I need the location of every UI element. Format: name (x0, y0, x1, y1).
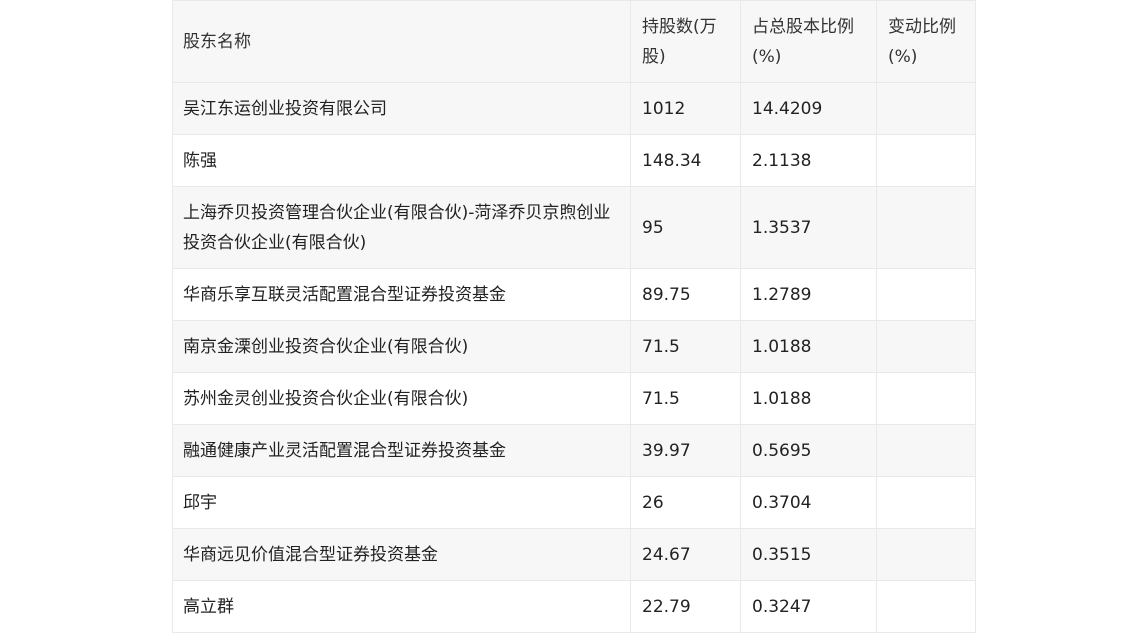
table-row: 融通健康产业灵活配置混合型证券投资基金 39.97 0.5695 (172, 424, 976, 477)
table-row: 陈强 148.34 2.1138 (172, 134, 976, 187)
cell-shares: 26 (630, 476, 741, 529)
table-row: 高立群 22.79 0.3247 (172, 580, 976, 633)
cell-shareholder-name: 邱宇 (172, 476, 631, 529)
table-row: 华商远见价值混合型证券投资基金 24.67 0.3515 (172, 528, 976, 581)
cell-shares: 95 (630, 186, 741, 269)
cell-ratio: 0.3247 (740, 580, 877, 633)
cell-shares: 89.75 (630, 268, 741, 321)
cell-shareholder-name: 华商乐享互联灵活配置混合型证券投资基金 (172, 268, 631, 321)
cell-ratio: 0.5695 (740, 424, 877, 477)
cell-shareholder-name: 苏州金灵创业投资合伙企业(有限合伙) (172, 372, 631, 425)
table-row: 南京金溧创业投资合伙企业(有限合伙) 71.5 1.0188 (172, 320, 976, 373)
cell-shares: 22.79 (630, 580, 741, 633)
cell-change (876, 476, 976, 529)
cell-ratio: 1.3537 (740, 186, 877, 269)
cell-change (876, 580, 976, 633)
cell-change (876, 528, 976, 581)
cell-change (876, 82, 976, 135)
table-header: 股东名称 持股数(万股) 占总股本比例(%) 变动比例(%) (172, 0, 976, 83)
cell-shares: 71.5 (630, 320, 741, 373)
header-change: 变动比例(%) (876, 0, 976, 83)
shareholder-table-container: 股东名称 持股数(万股) 占总股本比例(%) 变动比例(%) 吴江东运创业投资有… (172, 0, 976, 633)
table-row: 邱宇 26 0.3704 (172, 476, 976, 529)
cell-change (876, 134, 976, 187)
cell-shareholder-name: 陈强 (172, 134, 631, 187)
header-shares: 持股数(万股) (630, 0, 741, 83)
table-row: 苏州金灵创业投资合伙企业(有限合伙) 71.5 1.0188 (172, 372, 976, 425)
table-body: 吴江东运创业投资有限公司 1012 14.4209 陈强 148.34 2.11… (172, 82, 976, 633)
cell-shareholder-name: 高立群 (172, 580, 631, 633)
cell-ratio: 1.0188 (740, 372, 877, 425)
table-row: 华商乐享互联灵活配置混合型证券投资基金 89.75 1.2789 (172, 268, 976, 321)
cell-change (876, 320, 976, 373)
cell-ratio: 2.1138 (740, 134, 877, 187)
header-shareholder-name: 股东名称 (172, 0, 631, 83)
header-ratio: 占总股本比例(%) (740, 0, 877, 83)
cell-shares: 39.97 (630, 424, 741, 477)
cell-shareholder-name: 华商远见价值混合型证券投资基金 (172, 528, 631, 581)
cell-shares: 71.5 (630, 372, 741, 425)
cell-ratio: 1.0188 (740, 320, 877, 373)
cell-shares: 24.67 (630, 528, 741, 581)
cell-change (876, 424, 976, 477)
shareholder-table: 股东名称 持股数(万股) 占总股本比例(%) 变动比例(%) 吴江东运创业投资有… (172, 0, 976, 633)
cell-change (876, 186, 976, 269)
table-row: 吴江东运创业投资有限公司 1012 14.4209 (172, 82, 976, 135)
cell-change (876, 372, 976, 425)
cell-ratio: 14.4209 (740, 82, 877, 135)
cell-shares: 1012 (630, 82, 741, 135)
cell-shareholder-name: 上海乔贝投资管理合伙企业(有限合伙)-菏泽乔贝京煦创业投资合伙企业(有限合伙) (172, 186, 631, 269)
table-row: 上海乔贝投资管理合伙企业(有限合伙)-菏泽乔贝京煦创业投资合伙企业(有限合伙) … (172, 186, 976, 269)
cell-ratio: 1.2789 (740, 268, 877, 321)
cell-shareholder-name: 南京金溧创业投资合伙企业(有限合伙) (172, 320, 631, 373)
cell-shareholder-name: 吴江东运创业投资有限公司 (172, 82, 631, 135)
cell-shares: 148.34 (630, 134, 741, 187)
cell-shareholder-name: 融通健康产业灵活配置混合型证券投资基金 (172, 424, 631, 477)
cell-change (876, 268, 976, 321)
cell-ratio: 0.3515 (740, 528, 877, 581)
header-row: 股东名称 持股数(万股) 占总股本比例(%) 变动比例(%) (172, 0, 976, 83)
cell-ratio: 0.3704 (740, 476, 877, 529)
